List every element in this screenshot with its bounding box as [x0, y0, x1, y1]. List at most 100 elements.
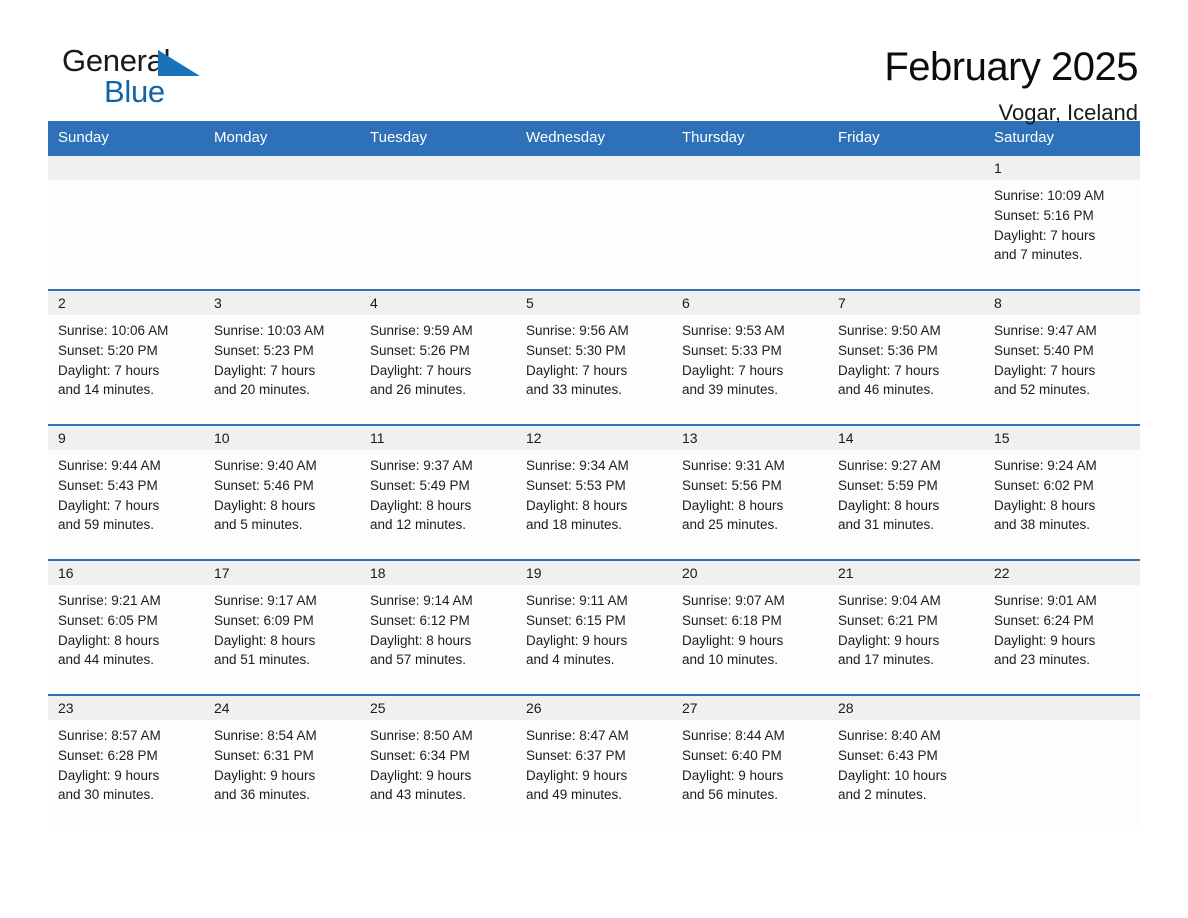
daylight-text: Daylight: 8 hours — [994, 497, 1096, 513]
day-cell[interactable]: 1 Sunrise: 10:09 AM Sunset: 5:16 PM Dayligh… — [984, 156, 1140, 289]
day-details: Sunrise: 9:17 AM Sunset: 6:09 PM Daylight:… — [204, 585, 360, 670]
day-number-band: 17 — [204, 561, 360, 585]
calendar-week-row: 23 Sunrise: 8:57 AM Sunset: 6:28 PM Dayligh… — [48, 694, 1140, 829]
day-cell[interactable]: 14 Sunrise: 9:27 AM Sunset: 5:59 PM Dayligh… — [828, 426, 984, 559]
sunrise-text: Sunrise: 9:53 AM — [682, 323, 785, 338]
day-cell[interactable]: 25 Sunrise: 8:50 AM Sunset: 6:34 PM Dayligh… — [360, 696, 516, 829]
day-cell[interactable]: 6 Sunrise: 9:53 AM Sunset: 5:33 PM Daylight… — [672, 291, 828, 424]
daylight-text: Daylight: 8 hours — [370, 497, 472, 513]
day-cell[interactable]: 10 Sunrise: 9:40 AM Sunset: 5:46 PM Dayligh… — [204, 426, 360, 559]
sunrise-text: Sunrise: 9:14 AM — [370, 593, 473, 608]
day-number-band — [984, 696, 1140, 720]
day-cell[interactable]: 4 Sunrise: 9:59 AM Sunset: 5:26 PM Daylight… — [360, 291, 516, 424]
day-cell[interactable]: 19 Sunrise: 9:11 AM Sunset: 6:15 PM Dayligh… — [516, 561, 672, 694]
day-cell[interactable]: 3 Sunrise: 10:03 AM Sunset: 5:23 PM Dayligh… — [204, 291, 360, 424]
daylight-text: Daylight: 8 hours — [526, 497, 628, 513]
title-block: February 2025 Vogar, Iceland — [884, 44, 1140, 128]
daylight-text: Daylight: 9 hours — [214, 767, 316, 783]
daylight-text: Daylight: 8 hours — [214, 632, 316, 648]
daylight-text: Daylight: 9 hours — [58, 767, 160, 783]
day-number: 13 — [682, 430, 698, 446]
daylight-text: Daylight: 9 hours — [370, 767, 472, 783]
day-cell[interactable]: 12 Sunrise: 9:34 AM Sunset: 5:53 PM Dayligh… — [516, 426, 672, 559]
day-number-band: 22 — [984, 561, 1140, 585]
day-details: Sunrise: 10:03 AM Sunset: 5:23 PM Daylight… — [204, 315, 360, 400]
day-number: 16 — [58, 565, 74, 581]
day-number-band: 19 — [516, 561, 672, 585]
day-number: 28 — [838, 700, 854, 716]
day-details: Sunrise: 9:31 AM Sunset: 5:56 PM Daylight:… — [672, 450, 828, 535]
day-number-band: 27 — [672, 696, 828, 720]
day-details: Sunrise: 9:07 AM Sunset: 6:18 PM Daylight:… — [672, 585, 828, 670]
calendar-page: General Blue February 2025 Vogar, Icelan… — [0, 0, 1188, 918]
daylight-text: Daylight: 7 hours — [994, 362, 1096, 378]
day-number: 3 — [214, 295, 222, 311]
sunset-text: Sunset: 5:49 PM — [370, 477, 470, 493]
day-cell[interactable]: 23 Sunrise: 8:57 AM Sunset: 6:28 PM Dayligh… — [48, 696, 204, 829]
day-details: Sunrise: 8:54 AM Sunset: 6:31 PM Daylight:… — [204, 720, 360, 805]
brand-logo[interactable]: General Blue — [48, 44, 248, 114]
day-cell[interactable]: 7 Sunrise: 9:50 AM Sunset: 5:36 PM Daylight… — [828, 291, 984, 424]
day-number-band: 10 — [204, 426, 360, 450]
day-cell-empty — [204, 156, 360, 289]
day-cell[interactable]: 28 Sunrise: 8:40 AM Sunset: 6:43 PM Dayligh… — [828, 696, 984, 829]
day-number-band: 20 — [672, 561, 828, 585]
day-number-band: 5 — [516, 291, 672, 315]
day-cell[interactable]: 17 Sunrise: 9:17 AM Sunset: 6:09 PM Dayligh… — [204, 561, 360, 694]
day-cell[interactable]: 2 Sunrise: 10:06 AM Sunset: 5:20 PM Dayligh… — [48, 291, 204, 424]
day-details: Sunrise: 8:44 AM Sunset: 6:40 PM Daylight:… — [672, 720, 828, 805]
day-details: Sunrise: 9:21 AM Sunset: 6:05 PM Daylight:… — [48, 585, 204, 670]
page-title: February 2025 — [884, 45, 1138, 89]
day-cell[interactable]: 22 Sunrise: 9:01 AM Sunset: 6:24 PM Dayligh… — [984, 561, 1140, 694]
day-cell[interactable]: 20 Sunrise: 9:07 AM Sunset: 6:18 PM Dayligh… — [672, 561, 828, 694]
sunset-text: Sunset: 5:40 PM — [994, 342, 1094, 358]
day-cell[interactable]: 21 Sunrise: 9:04 AM Sunset: 6:21 PM Dayligh… — [828, 561, 984, 694]
sunrise-text: Sunrise: 9:44 AM — [58, 458, 161, 473]
day-number-band: 15 — [984, 426, 1140, 450]
day-cell-empty — [828, 156, 984, 289]
sunrise-text: Sunrise: 8:44 AM — [682, 728, 785, 743]
day-cell[interactable]: 11 Sunrise: 9:37 AM Sunset: 5:49 PM Dayligh… — [360, 426, 516, 559]
day-details — [828, 180, 984, 186]
sunrise-text: Sunrise: 9:47 AM — [994, 323, 1097, 338]
day-cell[interactable]: 27 Sunrise: 8:44 AM Sunset: 6:40 PM Dayligh… — [672, 696, 828, 829]
calendar-week-row: 9 Sunrise: 9:44 AM Sunset: 5:43 PM Daylight… — [48, 424, 1140, 559]
day-number: 10 — [214, 430, 230, 446]
daylight-text-cont: and 2 minutes. — [838, 787, 927, 803]
daylight-text: Daylight: 7 hours — [214, 362, 316, 378]
sunrise-text: Sunrise: 8:40 AM — [838, 728, 941, 743]
daylight-text-cont: and 18 minutes. — [526, 517, 623, 533]
daylight-text-cont: and 49 minutes. — [526, 787, 623, 803]
day-number-band: 14 — [828, 426, 984, 450]
day-cell[interactable]: 24 Sunrise: 8:54 AM Sunset: 6:31 PM Dayligh… — [204, 696, 360, 829]
day-cell[interactable]: 13 Sunrise: 9:31 AM Sunset: 5:56 PM Dayligh… — [672, 426, 828, 559]
page-header: General Blue February 2025 Vogar, Icelan… — [48, 0, 1140, 126]
day-details: Sunrise: 9:37 AM Sunset: 5:49 PM Daylight:… — [360, 450, 516, 535]
day-cell[interactable]: 9 Sunrise: 9:44 AM Sunset: 5:43 PM Daylight… — [48, 426, 204, 559]
day-number-band: 3 — [204, 291, 360, 315]
daylight-text-cont: and 12 minutes. — [370, 517, 467, 533]
day-cell[interactable]: 18 Sunrise: 9:14 AM Sunset: 6:12 PM Dayligh… — [360, 561, 516, 694]
sunset-text: Sunset: 6:05 PM — [58, 612, 158, 628]
daylight-text-cont: and 30 minutes. — [58, 787, 155, 803]
day-cell[interactable]: 26 Sunrise: 8:47 AM Sunset: 6:37 PM Dayligh… — [516, 696, 672, 829]
day-cell-empty — [984, 696, 1140, 829]
daylight-text: Daylight: 7 hours — [58, 362, 160, 378]
sunset-text: Sunset: 6:34 PM — [370, 747, 470, 763]
day-number: 26 — [526, 700, 542, 716]
daylight-text: Daylight: 7 hours — [838, 362, 940, 378]
sunrise-text: Sunrise: 9:37 AM — [370, 458, 473, 473]
day-number-band: 16 — [48, 561, 204, 585]
sunset-text: Sunset: 6:31 PM — [214, 747, 314, 763]
day-number-band: 24 — [204, 696, 360, 720]
day-number-band: 11 — [360, 426, 516, 450]
day-cell[interactable]: 15 Sunrise: 9:24 AM Sunset: 6:02 PM Dayligh… — [984, 426, 1140, 559]
daylight-text: Daylight: 8 hours — [682, 497, 784, 513]
day-number-band — [48, 156, 204, 180]
day-cell[interactable]: 8 Sunrise: 9:47 AM Sunset: 5:40 PM Daylight… — [984, 291, 1140, 424]
day-cell[interactable]: 5 Sunrise: 9:56 AM Sunset: 5:30 PM Daylight… — [516, 291, 672, 424]
sunrise-text: Sunrise: 9:21 AM — [58, 593, 161, 608]
day-number: 24 — [214, 700, 230, 716]
day-cell[interactable]: 16 Sunrise: 9:21 AM Sunset: 6:05 PM Dayligh… — [48, 561, 204, 694]
sunrise-text: Sunrise: 9:59 AM — [370, 323, 473, 338]
